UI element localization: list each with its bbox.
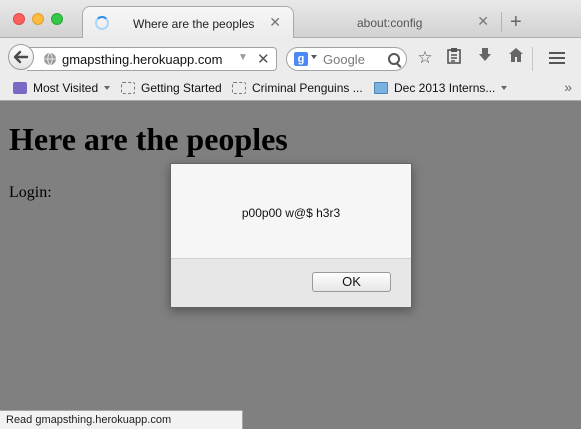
bookmark-getting-started[interactable]: Getting Started: [121, 81, 222, 95]
close-tab-icon[interactable]: ✕: [269, 15, 281, 29]
close-tab-icon[interactable]: ✕: [477, 14, 489, 28]
navigation-toolbar: gmapsthing.herokuapp.com ▼ ✕ g Google ☆: [0, 38, 581, 76]
tab-bar: Where are the peoples ✕ about:config ✕ +: [0, 0, 581, 38]
search-bar[interactable]: g Google: [286, 47, 407, 71]
most-visited-icon: [13, 82, 27, 94]
bookmarks-overflow-chevron-icon[interactable]: »: [564, 79, 572, 95]
toolbar-divider: [532, 47, 533, 71]
back-arrow-icon: [13, 50, 29, 64]
alert-footer: OK: [171, 258, 411, 307]
tab-title: Where are the peoples: [133, 17, 255, 31]
google-engine-icon[interactable]: g: [294, 52, 308, 66]
globe-icon: [44, 52, 56, 66]
page-icon: [121, 82, 135, 94]
home-icon[interactable]: [505, 47, 527, 69]
alert-dialog: p00p00 w@$ h3r3 OK: [170, 163, 412, 308]
page-content: Here are the peoples Login: p00p00 w@$ h…: [0, 101, 581, 429]
window-close-button[interactable]: [13, 13, 25, 25]
window-minimize-button[interactable]: [32, 13, 44, 25]
url-bar[interactable]: gmapsthing.herokuapp.com ▼ ✕: [27, 47, 277, 71]
chevron-down-icon: [501, 86, 508, 90]
bookmark-folder-dec-2013-interns[interactable]: Dec 2013 Interns...: [374, 81, 508, 95]
url-text: gmapsthing.herokuapp.com: [62, 52, 223, 67]
search-placeholder: Google: [323, 52, 365, 67]
bookmark-star-icon[interactable]: ☆: [414, 47, 436, 69]
loading-spinner-icon: [95, 16, 109, 30]
hamburger-menu-icon[interactable]: [549, 52, 565, 67]
stop-loading-icon[interactable]: ✕: [257, 50, 270, 68]
tab-inactive[interactable]: about:config ✕: [305, 6, 501, 38]
login-label: Login:: [9, 184, 52, 201]
tab-divider: [501, 12, 502, 32]
bookmark-criminal-penguins[interactable]: Criminal Penguins ...: [232, 81, 363, 95]
engine-dropdown-icon[interactable]: [311, 55, 317, 59]
page-heading: Here are the peoples: [9, 121, 288, 157]
bookmark-most-visited[interactable]: Most Visited: [13, 81, 111, 95]
ok-button[interactable]: OK: [312, 272, 391, 292]
page-icon: [232, 82, 246, 94]
chevron-down-icon: [104, 86, 111, 90]
tab-title: about:config: [357, 16, 423, 30]
status-bar: Read gmapsthing.herokuapp.com: [0, 410, 243, 429]
window-zoom-button[interactable]: [51, 13, 63, 25]
back-button[interactable]: [8, 44, 34, 70]
new-tab-plus-icon[interactable]: +: [510, 12, 522, 32]
alert-message: p00p00 w@$ h3r3: [241, 206, 341, 220]
history-dropdown-icon[interactable]: ▼: [238, 52, 248, 63]
folder-icon: [374, 82, 388, 94]
bookmarks-toolbar: Most Visited Getting Started Criminal Pe…: [0, 76, 581, 101]
downloads-icon[interactable]: [474, 47, 496, 69]
tab-active[interactable]: Where are the peoples ✕: [82, 6, 294, 38]
bookmarks-menu-icon[interactable]: [443, 47, 465, 69]
search-icon[interactable]: [388, 53, 400, 65]
